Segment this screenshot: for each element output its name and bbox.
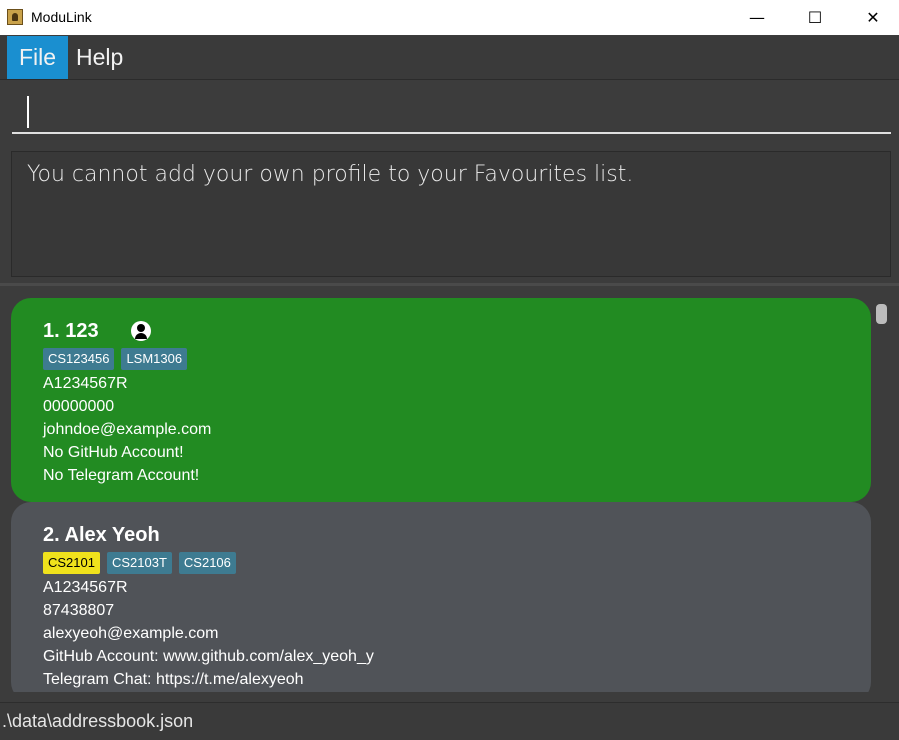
person-email: alexyeoh@example.com [43,625,219,642]
close-button[interactable]: ✕ [844,0,899,35]
scrollbar-thumb[interactable] [876,304,887,324]
person-name-row: 1. 123 [43,318,839,344]
person-student-id: A1234567R [43,375,128,392]
person-github: No GitHub Account! [43,444,184,461]
own-profile-icon [130,321,151,341]
minimize-button[interactable]: — [728,0,786,35]
save-location: .\data\addressbook.json [2,711,194,731]
tag: CS2101 [43,552,100,574]
person-telegram: Telegram Chat: https://t.me/alexyeoh [43,671,304,688]
command-box [12,86,891,134]
person-phone: 00000000 [43,398,115,415]
app-icon [7,9,23,25]
status-bar: .\data\addressbook.json [0,702,899,740]
menu-file[interactable]: File [7,36,69,79]
tag: CS2103T [106,552,172,574]
tag: LSM1306 [121,348,188,370]
result-display: You cannot add your own profile to your … [11,151,891,277]
person-list[interactable]: 1. 123 CS123456 LSM1306 A1234567R 000000… [0,286,899,692]
person-name-row: 2. Alex Yeoh [43,522,839,548]
tag-list: CS2101 CS2103T CS2106 [43,552,839,574]
maximize-button[interactable]: ☐ [786,0,844,35]
person-email: johndoe@example.com [43,421,212,438]
person-phone: 87438807 [43,602,115,619]
person-telegram: No Telegram Account! [43,467,200,484]
menu-bar: File Help [0,36,899,80]
window-title-bar: ModuLink — ☐ ✕ [0,0,899,35]
person-card[interactable]: 2. Alex Yeoh CS2101 CS2103T CS2106 A1234… [11,502,871,692]
person-name: 1. 123 [43,319,99,342]
person-student-id: A1234567R [43,579,128,596]
person-name: 2. Alex Yeoh [43,523,160,546]
result-message: You cannot add your own profile to your … [27,162,634,187]
tag-list: CS123456 LSM1306 [43,348,839,370]
menu-help[interactable]: Help [64,36,135,79]
tag: CS123456 [43,348,115,370]
person-card[interactable]: 1. 123 CS123456 LSM1306 A1234567R 000000… [11,298,871,502]
tag: CS2106 [178,552,236,574]
text-cursor [27,96,29,128]
command-input[interactable] [12,86,891,132]
window-title: ModuLink [31,9,92,25]
person-github: GitHub Account: www.github.com/alex_yeoh… [43,648,374,665]
